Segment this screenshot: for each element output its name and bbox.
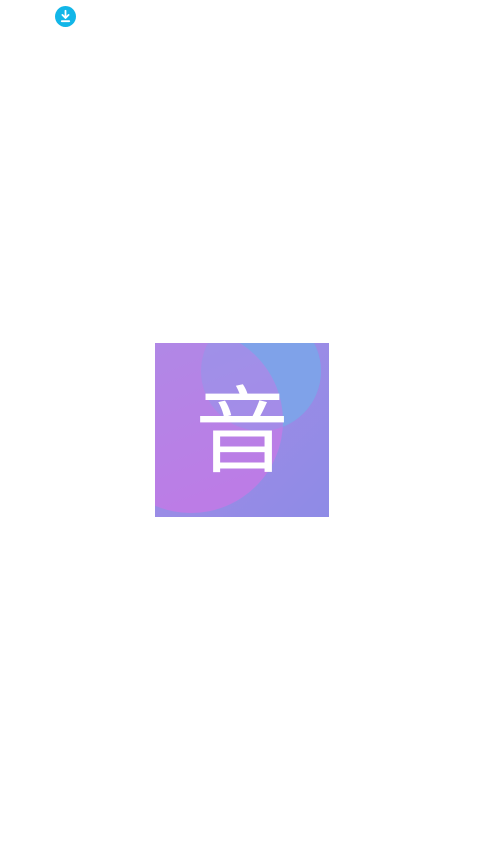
app-logo: 音 [155,343,329,517]
splash-screen: 音 [0,0,484,860]
status-bar [0,0,484,32]
logo-glyph: 音 [194,378,289,487]
download-icon [55,6,76,27]
